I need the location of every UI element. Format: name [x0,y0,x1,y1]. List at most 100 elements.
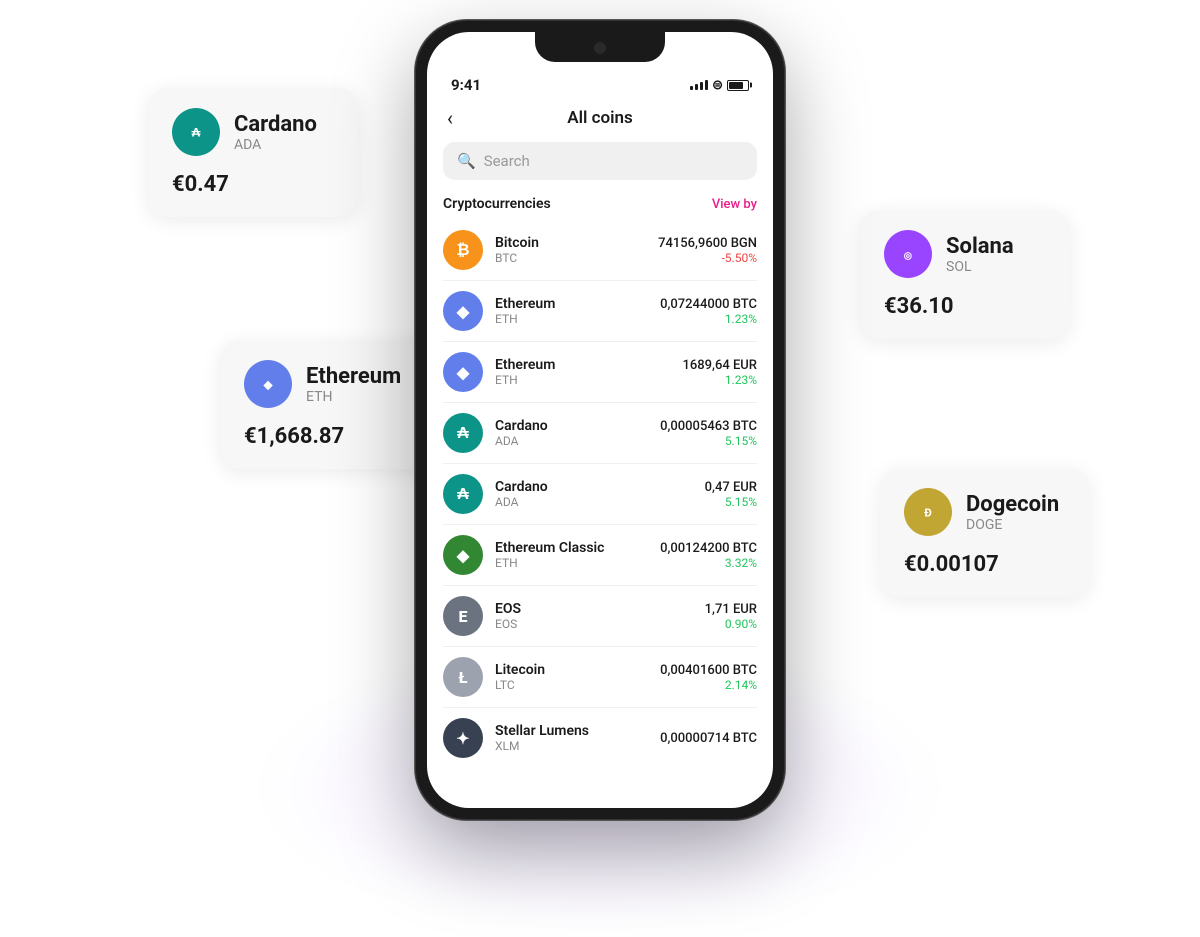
coin-symbol: ETH [495,312,648,326]
dogecoin-card-icon: Ð [904,488,952,536]
coin-name: Ethereum Classic [495,540,648,556]
coin-symbol: XLM [495,739,648,753]
coin-icon: Ł [443,657,483,697]
cardano-card: ₳ Cardano ADA €0.47 [148,88,358,217]
coin-row[interactable]: ✦ Stellar Lumens XLM 0,00000714 BTC [427,708,773,768]
coin-symbol: ETH [495,373,670,387]
coin-info: Ethereum Classic ETH [495,540,648,570]
coin-info: Stellar Lumens XLM [495,723,648,753]
view-by-button[interactable]: View by [712,197,757,212]
coin-amount: 1,71 EUR [705,602,757,617]
dogecoin-card-name: Dogecoin [966,492,1059,517]
coin-icon: ✦ [443,718,483,758]
dogecoin-card-symbol: DOGE [966,517,1059,533]
coin-name: Ethereum [495,357,670,373]
svg-text:◎: ◎ [904,250,913,261]
svg-text:◆: ◆ [263,377,273,391]
coin-amount: 74156,9600 BGN [658,236,757,251]
back-button[interactable]: ‹ [447,106,453,130]
coin-values: 0,00401600 BTC 2.14% [660,663,757,692]
coin-info: Litecoin LTC [495,662,648,692]
phone-notch [535,32,665,62]
coin-change: 5.15% [705,495,757,509]
solana-card-price: €36.10 [884,294,1046,319]
coin-values: 74156,9600 BGN -5.50% [658,236,757,265]
ethereum-card-name: Ethereum [306,364,401,389]
coin-info: Ethereum ETH [495,357,670,387]
dogecoin-card-price: €0.00107 [904,552,1066,577]
coin-symbol: EOS [495,617,693,631]
solana-card-icon: ◎ [884,230,932,278]
coin-values: 0,00124200 BTC 3.32% [660,541,757,570]
coin-icon: ◆ [443,291,483,331]
coin-symbol: BTC [495,251,646,265]
coin-info: Cardano ADA [495,418,648,448]
coin-change: 1.23% [682,373,757,387]
coin-values: 1689,64 EUR 1.23% [682,358,757,387]
coin-amount: 0,07244000 BTC [660,297,757,312]
search-bar[interactable]: 🔍 Search [443,142,757,180]
status-icons: ⊜ [690,78,749,93]
svg-text:₳: ₳ [192,125,201,139]
coin-info: Ethereum ETH [495,296,648,326]
search-placeholder: Search [484,152,530,170]
coin-name: Ethereum [495,296,648,312]
coin-change: 0.90% [705,617,757,631]
phone-screen: 9:41 ⊜ [427,32,773,808]
coin-row[interactable]: ₳ Cardano ADA 0,47 EUR 5.15% [427,464,773,524]
coin-row[interactable]: Ł Litecoin LTC 0,00401600 BTC 2.14% [427,647,773,707]
coin-change: 3.32% [660,556,757,570]
coin-name: Cardano [495,479,693,495]
scene: ₳ Cardano ADA €0.47 ◆ Ethereum ETH €1, [0,0,1200,937]
coin-change: -5.50% [658,251,757,265]
coin-info: EOS EOS [495,601,693,631]
coin-amount: 0,00005463 BTC [660,419,757,434]
section-header: Cryptocurrencies View by [427,192,773,220]
coin-name: Stellar Lumens [495,723,648,739]
coin-amount: 0,47 EUR [705,480,757,495]
coin-icon: ₳ [443,413,483,453]
coin-info: Cardano ADA [495,479,693,509]
status-bar: 9:41 ⊜ [427,62,773,100]
cardano-card-price: €0.47 [172,172,334,197]
coin-symbol: ETH [495,556,648,570]
coin-values: 0,00005463 BTC 5.15% [660,419,757,448]
signal-icon [690,80,708,90]
coin-row[interactable]: ◆ Ethereum Classic ETH 0,00124200 BTC 3.… [427,525,773,585]
coin-name: EOS [495,601,693,617]
coin-row[interactable]: ◆ Ethereum ETH 0,07244000 BTC 1.23% [427,281,773,341]
search-icon: 🔍 [457,152,476,170]
solana-card-name: Solana [946,234,1014,259]
cardano-card-icon: ₳ [172,108,220,156]
coin-list: ₿ Bitcoin BTC 74156,9600 BGN -5.50% ◆ Et… [427,220,773,808]
cardano-card-name: Cardano [234,112,317,137]
app-header: ‹ All coins [427,100,773,138]
coin-row[interactable]: ₿ Bitcoin BTC 74156,9600 BGN -5.50% [427,220,773,280]
coin-icon: E [443,596,483,636]
coin-icon: ₿ [443,230,483,270]
section-title: Cryptocurrencies [443,196,551,212]
coin-values: 0,00000714 BTC [660,731,757,746]
solana-card: ◎ Solana SOL €36.10 [860,210,1070,339]
battery-icon [727,80,749,91]
cardano-card-symbol: ADA [234,137,317,153]
coin-name: Litecoin [495,662,648,678]
dogecoin-card: Ð Dogecoin DOGE €0.00107 [880,468,1090,597]
coin-values: 1,71 EUR 0.90% [705,602,757,631]
coin-row[interactable]: E EOS EOS 1,71 EUR 0.90% [427,586,773,646]
coin-name: Cardano [495,418,648,434]
coin-change: 1.23% [660,312,757,326]
coin-row[interactable]: ₳ Cardano ADA 0,00005463 BTC 5.15% [427,403,773,463]
coin-symbol: LTC [495,678,648,692]
ethereum-card-price: €1,668.87 [244,424,436,449]
app-title: All coins [567,108,633,128]
ethereum-card-icon: ◆ [244,360,292,408]
phone: 9:41 ⊜ [415,20,785,820]
coin-icon: ◆ [443,535,483,575]
solana-card-symbol: SOL [946,259,1014,275]
coin-symbol: ADA [495,434,648,448]
svg-text:Ð: Ð [924,505,932,519]
coin-row[interactable]: ◆ Ethereum ETH 1689,64 EUR 1.23% [427,342,773,402]
coin-icon: ◆ [443,352,483,392]
camera [594,42,606,54]
